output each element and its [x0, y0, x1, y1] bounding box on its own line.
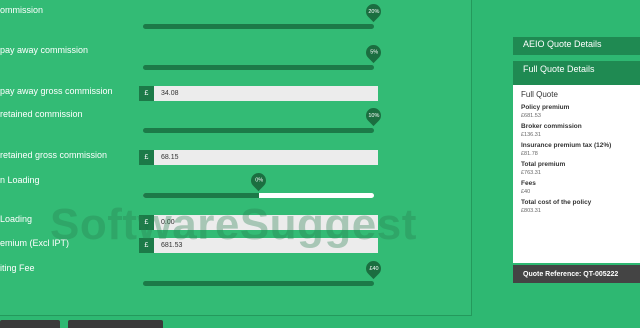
quote-reference-bar: Quote Reference: QT-005222 [513, 265, 640, 283]
loading-slider[interactable] [143, 193, 374, 198]
loading-amount-value[interactable]: 0.00 [154, 215, 378, 230]
policy-premium-label: Policy premium [521, 104, 570, 111]
loading-amount-label: Loading [0, 214, 33, 224]
commission-label: ommission [0, 5, 44, 15]
premium-excl-ipt-value[interactable]: 681.53 [154, 238, 378, 253]
fees-amount: £40 [521, 189, 531, 195]
writing-fee-label: iting Fee [0, 263, 35, 273]
premium-excl-ipt-field[interactable]: £ 681.53 [139, 238, 378, 253]
premium-excl-ipt-label: emium (Excl IPT) [0, 238, 70, 248]
loading-slider-fill [143, 193, 259, 198]
total-cost-amount: £803.31 [521, 208, 541, 214]
pay-away-gross-commission-field[interactable]: £ 34.08 [139, 86, 378, 101]
tab-full-quote-details[interactable]: Full Quote Details [513, 61, 640, 85]
pound-icon: £ [139, 238, 154, 253]
retained-commission-slider-handle[interactable]: 10% [362, 104, 385, 127]
total-cost-label: Total cost of the policy [521, 199, 592, 206]
list-item: Total premium £763.31 [521, 161, 640, 176]
policy-premium-amount: £681.53 [521, 113, 541, 119]
tab-aeio-quote-details[interactable]: AEIO Quote Details [513, 37, 640, 55]
full-quote-card: Full Quote Policy premium £681.53 Broker… [513, 85, 640, 263]
total-premium-label: Total premium [521, 161, 566, 168]
commission-slider-handle[interactable]: 20% [362, 0, 385, 23]
loading-amount-field[interactable]: £ 0.00 [139, 215, 378, 230]
writing-fee-slider[interactable] [143, 281, 374, 286]
retained-gross-commission-field[interactable]: £ 68.15 [139, 150, 378, 165]
writing-fee-slider-handle[interactable]: £40 [362, 257, 385, 280]
list-item: Policy premium £681.53 [521, 104, 640, 119]
pound-icon: £ [139, 150, 154, 165]
pay-away-gross-commission-label: pay away gross commission [0, 86, 113, 96]
insurance-premium-tax-label: Insurance premium tax (12%) [521, 142, 612, 149]
loading-percent-label: n Loading [0, 175, 40, 185]
pay-away-commission-slider-handle[interactable]: 5% [362, 41, 385, 64]
broker-commission-label: Broker commission [521, 123, 582, 130]
total-premium-amount: £763.31 [521, 170, 541, 176]
pound-icon: £ [139, 215, 154, 230]
pay-away-commission-label: pay away commission [0, 45, 89, 55]
back-button[interactable] [0, 320, 60, 328]
list-item: Total cost of the policy £803.31 [521, 199, 640, 214]
retained-gross-commission-value[interactable]: 68.15 [154, 150, 378, 165]
insurance-premium-tax-amount: £81.78 [521, 151, 538, 157]
list-item: Fees £40 [521, 180, 640, 195]
list-item: Insurance premium tax (12%) £81.78 [521, 142, 640, 157]
pound-icon: £ [139, 86, 154, 101]
pay-away-gross-commission-value[interactable]: 34.08 [154, 86, 378, 101]
retained-commission-slider[interactable] [143, 128, 374, 133]
next-button[interactable] [68, 320, 163, 328]
full-quote-heading: Full Quote [521, 90, 558, 99]
pay-away-commission-slider[interactable] [143, 65, 374, 70]
retained-gross-commission-label: retained gross commission [0, 150, 108, 160]
list-item: Broker commission £136.31 [521, 123, 640, 138]
loading-slider-handle[interactable]: 0% [247, 169, 270, 192]
broker-commission-amount: £136.31 [521, 132, 541, 138]
quote-form-panel: ommission 20% pay away commission 5% pay… [0, 0, 472, 316]
fees-label: Fees [521, 180, 536, 187]
commission-slider[interactable] [143, 24, 374, 29]
retained-commission-label: retained commission [0, 109, 83, 119]
